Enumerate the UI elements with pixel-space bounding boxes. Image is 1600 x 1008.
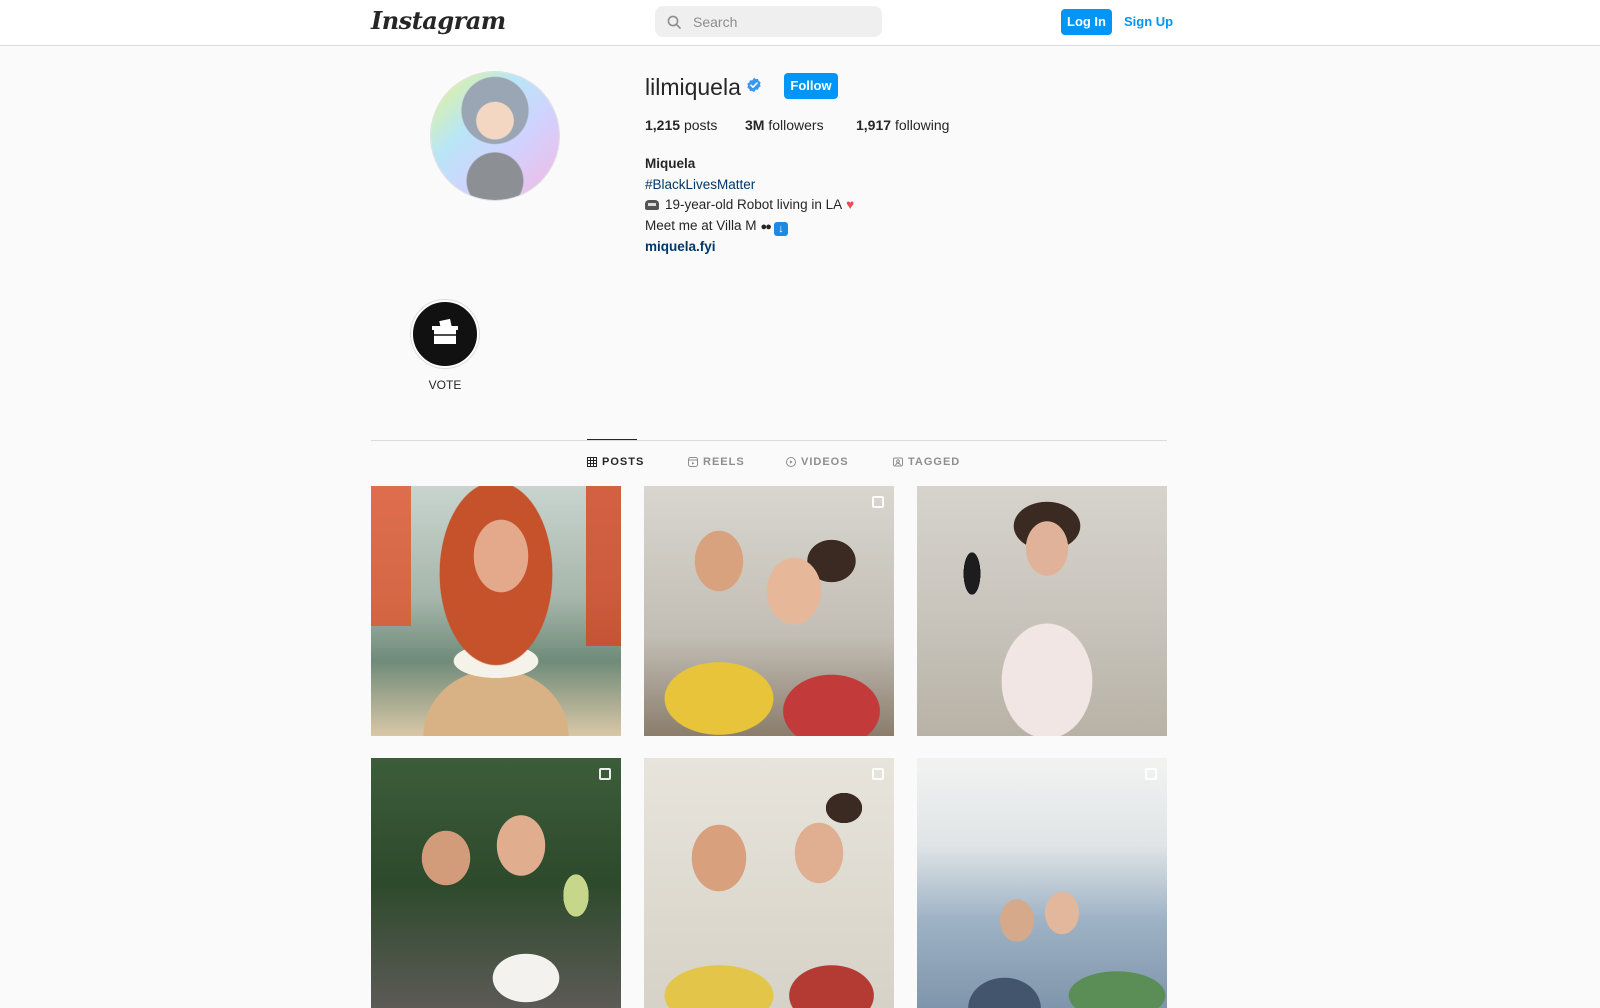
tabs-divider bbox=[371, 440, 1167, 441]
tab-reels-label: REELS bbox=[703, 456, 745, 468]
tag-icon bbox=[893, 457, 903, 467]
bio-name: Miquela bbox=[645, 156, 696, 171]
tab-videos[interactable]: VIDEOS bbox=[786, 456, 849, 468]
tab-reels[interactable]: REELS bbox=[688, 456, 745, 468]
followers-label: followers bbox=[768, 117, 824, 133]
bio-link[interactable]: miquela.fyi bbox=[645, 237, 854, 258]
instagram-logo[interactable]: Instagram bbox=[371, 6, 506, 35]
tab-videos-label: VIDEOS bbox=[801, 456, 849, 468]
tab-posts-label: POSTS bbox=[602, 456, 645, 468]
signup-link[interactable]: Sign Up bbox=[1124, 9, 1173, 35]
highlight-cover[interactable] bbox=[411, 300, 479, 368]
bio-line-1: 19-year-old Robot living in LA ♥ bbox=[645, 195, 854, 216]
following-count: 1,917 bbox=[856, 117, 892, 133]
profile-username: lilmiquela bbox=[645, 74, 741, 100]
reels-icon bbox=[688, 457, 698, 467]
posts-stat: 1,215 posts bbox=[645, 117, 717, 133]
search-input[interactable] bbox=[691, 12, 875, 31]
robot-emoji-icon bbox=[645, 200, 659, 210]
carousel-icon bbox=[599, 768, 611, 780]
post-tile[interactable] bbox=[644, 758, 894, 1008]
followers-count: 3M bbox=[745, 117, 765, 133]
bio-line-1-text: 19-year-old Robot living in LA bbox=[665, 197, 843, 212]
carousel-icon bbox=[1145, 768, 1157, 780]
followers-stat[interactable]: 3M followers bbox=[745, 117, 824, 133]
grid-icon bbox=[587, 457, 597, 467]
verified-badge-icon bbox=[747, 77, 761, 93]
follow-button[interactable]: Follow bbox=[784, 73, 838, 99]
top-nav-bar: Instagram Log In Sign Up bbox=[0, 0, 1600, 46]
posts-label: posts bbox=[683, 117, 718, 133]
post-tile[interactable] bbox=[371, 486, 621, 736]
posts-count: 1,215 bbox=[645, 117, 681, 133]
bio-hashtag[interactable]: #BlackLivesMatter bbox=[645, 175, 854, 196]
post-tile[interactable] bbox=[917, 758, 1167, 1008]
following-label: following bbox=[894, 117, 950, 133]
highlight-vote[interactable]: VOTE bbox=[411, 300, 479, 392]
profile-avatar[interactable] bbox=[431, 72, 559, 200]
play-icon bbox=[786, 457, 796, 467]
carousel-icon bbox=[872, 768, 884, 780]
highlight-label: VOTE bbox=[428, 378, 462, 392]
login-button[interactable]: Log In bbox=[1061, 9, 1112, 35]
active-tab-indicator bbox=[587, 439, 637, 440]
post-tile[interactable] bbox=[371, 758, 621, 1008]
post-tile[interactable] bbox=[644, 486, 894, 736]
heart-emoji-icon: ♥ bbox=[846, 197, 855, 212]
profile-bio: Miquela #BlackLivesMatter 19-year-old Ro… bbox=[645, 154, 854, 258]
tab-tagged[interactable]: TAGGED bbox=[893, 456, 960, 468]
bio-line-2-text: Meet me at Villa M bbox=[645, 217, 757, 233]
ballot-box-icon bbox=[432, 318, 458, 344]
bio-line-2: Meet me at Villa M ●● ↓ bbox=[645, 216, 854, 238]
tab-tagged-label: TAGGED bbox=[908, 456, 961, 468]
following-stat[interactable]: 1,917 following bbox=[856, 117, 949, 133]
carousel-icon bbox=[872, 496, 884, 508]
down-arrow-emoji-icon: ↓ bbox=[773, 221, 788, 236]
search-box[interactable] bbox=[655, 6, 882, 37]
eyes-emoji-icon: ●● bbox=[760, 220, 772, 233]
search-icon bbox=[667, 15, 681, 29]
tab-posts[interactable]: POSTS bbox=[587, 456, 644, 468]
post-tile[interactable] bbox=[917, 486, 1167, 736]
